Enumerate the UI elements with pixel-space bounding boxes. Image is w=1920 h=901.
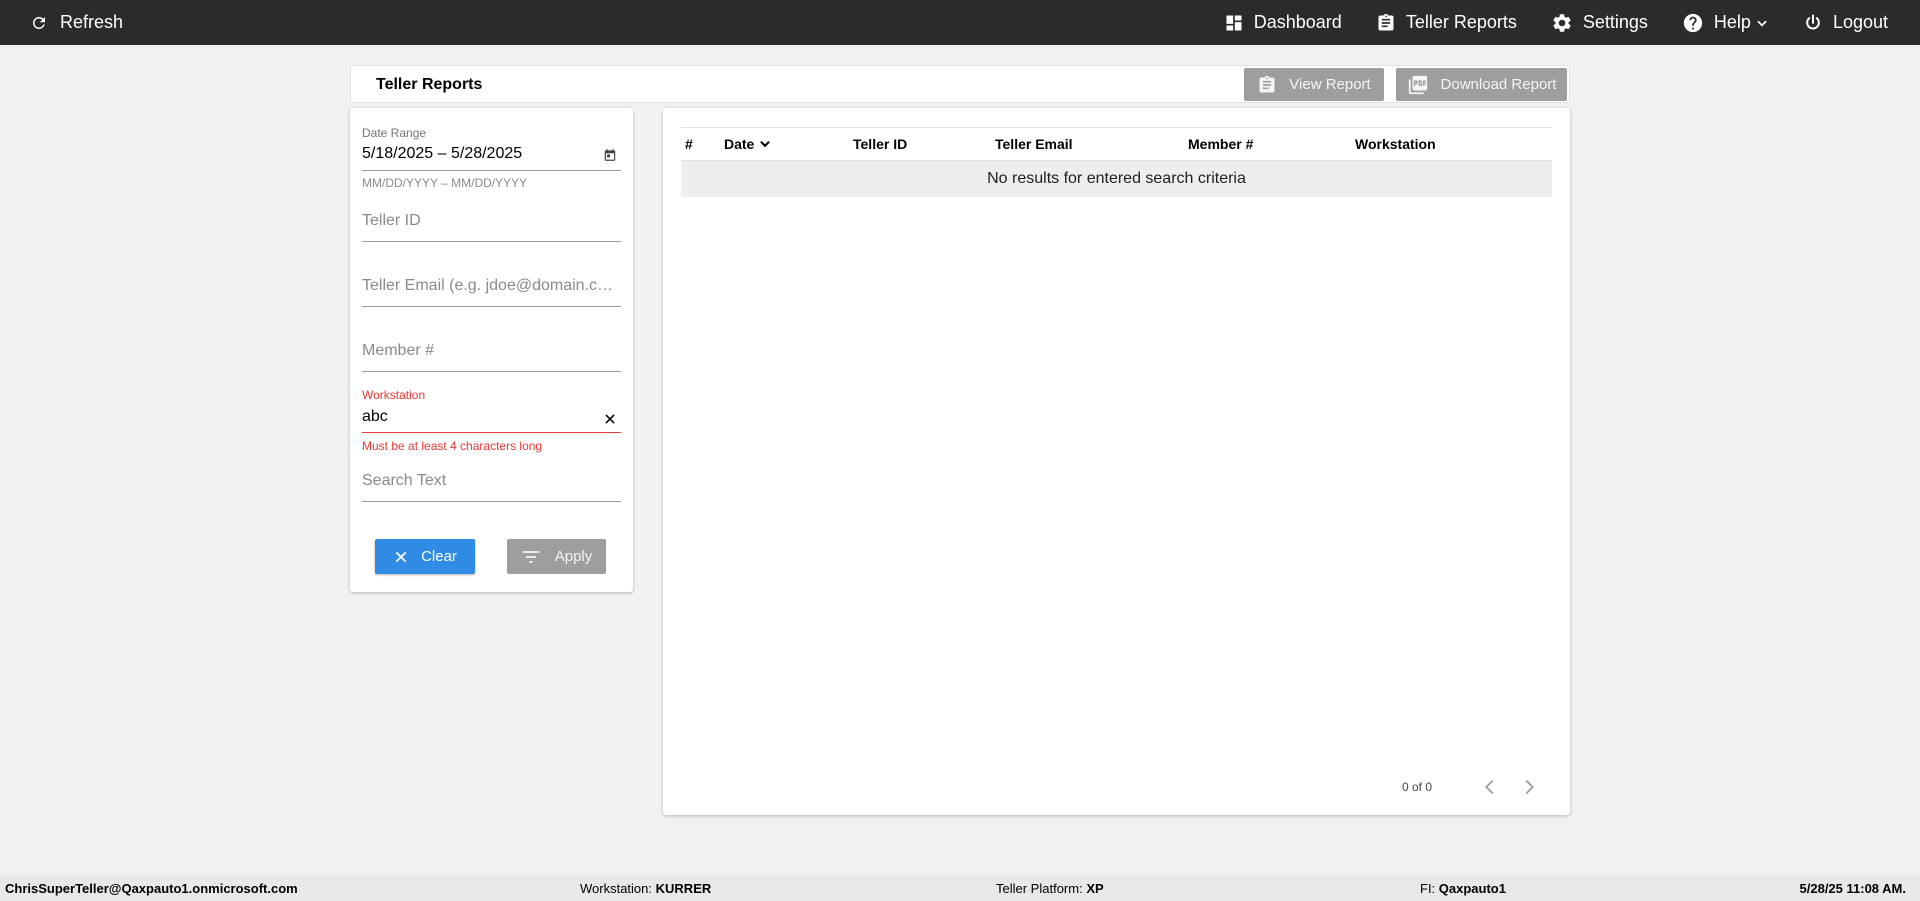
nav-settings[interactable]: Settings: [1551, 12, 1648, 34]
column-header-number[interactable]: #: [685, 128, 693, 160]
refresh-label: Refresh: [60, 12, 124, 32]
footer-fi-label: FI:: [1420, 881, 1436, 896]
download-report-button[interactable]: Download Report: [1396, 68, 1567, 101]
dashboard-icon: [1226, 15, 1242, 30]
view-report-button[interactable]: View Report: [1244, 68, 1384, 101]
nav-help-label: Help: [1713, 12, 1751, 32]
clipboard-icon: [1259, 75, 1275, 92]
close-icon: [395, 551, 407, 562]
teller-email-input[interactable]: Teller Email (e.g. jdoe@domain.com): [362, 277, 621, 295]
nav-logout[interactable]: Logout: [1803, 12, 1888, 33]
clear-input-icon[interactable]: [603, 412, 617, 426]
footer-platform: Teller Platform: XP: [996, 876, 1104, 901]
column-header-workstation[interactable]: Workstation: [1355, 128, 1436, 160]
filter-icon: [522, 550, 540, 563]
search-text-input[interactable]: Search Text: [362, 472, 621, 490]
teller-id-field[interactable]: Teller ID: [362, 212, 621, 246]
clipboard-icon: [1378, 13, 1394, 31]
date-range-label: Date Range: [362, 126, 427, 140]
teller-id-underline: [362, 241, 621, 242]
date-range-hint: MM/DD/YYYY – MM/DD/YYYY: [362, 176, 528, 190]
column-header-date[interactable]: Date: [724, 128, 772, 160]
workstation-label: Workstation: [362, 388, 426, 402]
workstation-underline: [362, 432, 621, 433]
date-range-field[interactable]: Date Range 5/18/2025 – 5/28/2025 MM/DD/Y…: [362, 126, 621, 190]
nav-logout-label: Logout: [1832, 12, 1888, 32]
nav-settings-label: Settings: [1582, 12, 1648, 32]
search-text-underline: [362, 501, 621, 502]
apply-label: Apply: [554, 548, 593, 565]
footer-workstation: Workstation: KURRER: [580, 876, 711, 901]
nav-teller-reports[interactable]: Teller Reports: [1376, 12, 1517, 33]
footer-user-value: ChrisSuperTeller@Qaxpauto1.onmicrosoft.c…: [5, 881, 298, 896]
results-panel: # Date Teller ID Teller Email Member # W…: [663, 108, 1570, 815]
table-header: # Date Teller ID Teller Email Member # W…: [681, 127, 1552, 161]
refresh-icon: [32, 16, 45, 29]
chevron-right-icon[interactable]: [1518, 776, 1540, 798]
date-range-underline: [362, 170, 621, 171]
workstation-field[interactable]: Workstation abc Must be at least 4 chara…: [362, 388, 621, 456]
filter-panel: Date Range 5/18/2025 – 5/28/2025 MM/DD/Y…: [350, 108, 633, 592]
teller-email-field[interactable]: Teller Email (e.g. jdoe@domain.com): [362, 277, 621, 311]
member-underline: [362, 371, 621, 372]
chevron-down-icon: [1757, 20, 1767, 27]
report-header: Teller Reports View Report Download Repo…: [350, 65, 1570, 103]
nav-help[interactable]: Help: [1682, 12, 1769, 34]
pager-range: 0 of 0: [1402, 780, 1433, 794]
nav-teller-reports-label: Teller Reports: [1405, 12, 1517, 32]
sort-desc-icon: [760, 140, 771, 148]
footer-user: ChrisSuperTeller@Qaxpauto1.onmicrosoft.c…: [5, 876, 298, 901]
teller-id-input[interactable]: Teller ID: [362, 212, 621, 230]
member-field[interactable]: Member #: [362, 342, 621, 376]
workstation-error: Must be at least 4 characters long: [362, 439, 543, 453]
footer-fi-value: Qaxpauto1: [1438, 881, 1506, 896]
nav-dashboard[interactable]: Dashboard: [1224, 12, 1342, 33]
footer-datetime: 5/28/25 11:08 AM.: [1800, 876, 1906, 901]
download-report-label: Download Report: [1440, 76, 1557, 93]
member-input[interactable]: Member #: [362, 342, 621, 360]
footer-workstation-label: Workstation:: [580, 881, 653, 896]
calendar-icon[interactable]: [603, 148, 617, 162]
page-title: Teller Reports: [376, 76, 483, 93]
footer-workstation-value: KURRER: [655, 881, 712, 896]
date-range-input[interactable]: 5/18/2025 – 5/28/2025: [362, 145, 621, 163]
footer-platform-label: Teller Platform:: [996, 881, 1083, 896]
power-icon: [1806, 14, 1820, 29]
help-icon: [1683, 13, 1703, 32]
clear-button[interactable]: Clear: [375, 539, 475, 574]
top-nav-bar: Refresh Dashboard Teller Reports Setting…: [0, 0, 1920, 45]
clear-label: Clear: [421, 548, 457, 565]
nav-dashboard-label: Dashboard: [1253, 12, 1342, 32]
footer-datetime-value: 5/28/25 11:08 AM.: [1799, 881, 1906, 896]
chevron-left-icon[interactable]: [1479, 776, 1501, 798]
pdf-icon: [1408, 75, 1427, 94]
nav-menu: Dashboard Teller Reports Settings Help L…: [1190, 0, 1888, 45]
column-header-teller-id[interactable]: Teller ID: [853, 128, 907, 160]
view-report-label: View Report: [1289, 76, 1371, 93]
column-header-teller-email[interactable]: Teller Email: [995, 128, 1073, 160]
gear-icon: [1553, 13, 1571, 32]
column-header-member[interactable]: Member #: [1188, 128, 1253, 160]
footer-fi: FI: Qaxpauto1: [1420, 876, 1506, 901]
apply-button[interactable]: Apply: [507, 539, 606, 574]
teller-email-underline: [362, 306, 621, 307]
refresh-button[interactable]: Refresh: [30, 0, 123, 45]
search-text-field[interactable]: Search Text: [362, 472, 621, 506]
status-bar: ChrisSuperTeller@Qaxpauto1.onmicrosoft.c…: [0, 876, 1920, 901]
empty-results-message: No results for entered search criteria: [681, 161, 1552, 197]
workstation-input[interactable]: abc: [362, 408, 621, 426]
column-header-date-label: Date: [724, 136, 755, 152]
footer-platform-value: XP: [1086, 881, 1104, 896]
